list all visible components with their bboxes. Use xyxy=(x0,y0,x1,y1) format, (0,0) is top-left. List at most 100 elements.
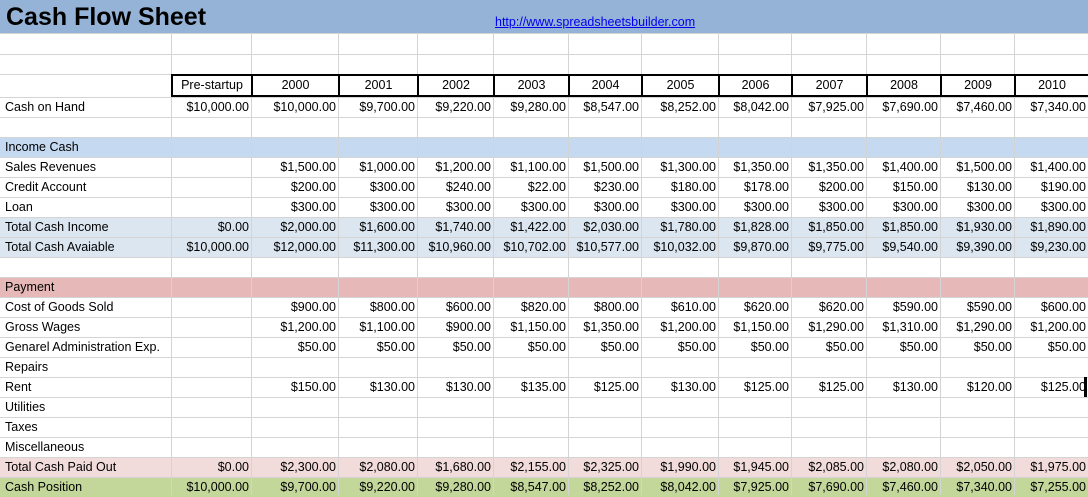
column-header-2009[interactable]: 2009 xyxy=(940,74,1016,97)
row-label[interactable]: Total Cash Avaiable xyxy=(0,237,171,257)
column-header-2004[interactable]: 2004 xyxy=(568,74,643,97)
table-cell[interactable]: $1,422.00 xyxy=(493,217,568,237)
row-label[interactable]: Cash Position xyxy=(0,477,171,497)
table-cell[interactable]: $130.00 xyxy=(641,377,718,397)
table-cell[interactable]: $1,500.00 xyxy=(940,157,1014,177)
table-cell[interactable]: $300.00 xyxy=(718,197,791,217)
table-cell[interactable]: $2,050.00 xyxy=(940,457,1014,477)
table-cell[interactable]: $240.00 xyxy=(417,177,493,197)
table-cell[interactable]: $1,500.00 xyxy=(251,157,338,177)
table-cell[interactable]: $50.00 xyxy=(866,337,940,357)
table-cell[interactable]: $50.00 xyxy=(1014,337,1088,357)
table-cell[interactable]: $2,000.00 xyxy=(251,217,338,237)
table-cell[interactable]: $1,850.00 xyxy=(866,217,940,237)
table-cell[interactable]: $900.00 xyxy=(417,317,493,337)
table-cell[interactable]: $10,960.00 xyxy=(417,237,493,257)
table-cell[interactable]: $9,220.00 xyxy=(338,477,417,497)
table-cell[interactable]: $300.00 xyxy=(338,177,417,197)
column-header-2003[interactable]: 2003 xyxy=(493,74,570,97)
table-cell[interactable]: $9,220.00 xyxy=(417,97,493,117)
table-cell[interactable]: $300.00 xyxy=(417,197,493,217)
table-cell[interactable]: $300.00 xyxy=(940,197,1014,217)
table-cell[interactable]: $230.00 xyxy=(568,177,641,197)
table-cell[interactable]: $1,600.00 xyxy=(338,217,417,237)
table-cell[interactable]: $50.00 xyxy=(493,337,568,357)
table-cell[interactable]: $7,340.00 xyxy=(1014,97,1088,117)
table-cell[interactable]: $2,085.00 xyxy=(791,457,866,477)
table-cell[interactable]: $1,740.00 xyxy=(417,217,493,237)
table-cell[interactable]: $150.00 xyxy=(251,377,338,397)
table-cell[interactable]: $1,310.00 xyxy=(866,317,940,337)
table-cell[interactable]: $0.00 xyxy=(171,217,251,237)
table-cell[interactable]: $50.00 xyxy=(940,337,1014,357)
row-label[interactable]: Gross Wages xyxy=(0,317,171,337)
table-cell[interactable]: $300.00 xyxy=(338,197,417,217)
website-link[interactable]: http://www.spreadsheetsbuilder.com xyxy=(495,13,695,31)
table-cell[interactable]: $8,252.00 xyxy=(641,97,718,117)
table-cell[interactable]: $9,870.00 xyxy=(718,237,791,257)
table-cell[interactable]: $590.00 xyxy=(940,297,1014,317)
table-cell[interactable]: $9,700.00 xyxy=(251,477,338,497)
table-cell[interactable]: $620.00 xyxy=(718,297,791,317)
table-cell[interactable]: $130.00 xyxy=(940,177,1014,197)
table-cell[interactable]: $820.00 xyxy=(493,297,568,317)
table-cell[interactable]: $50.00 xyxy=(568,337,641,357)
table-cell[interactable]: $1,400.00 xyxy=(866,157,940,177)
table-cell[interactable]: $50.00 xyxy=(417,337,493,357)
table-cell[interactable]: $130.00 xyxy=(417,377,493,397)
table-cell[interactable]: $1,350.00 xyxy=(791,157,866,177)
table-cell[interactable]: $8,547.00 xyxy=(568,97,641,117)
column-header-2007[interactable]: 2007 xyxy=(791,74,868,97)
table-cell[interactable]: $2,300.00 xyxy=(251,457,338,477)
row-label[interactable]: Miscellaneous xyxy=(0,437,171,457)
table-cell[interactable]: $1,850.00 xyxy=(791,217,866,237)
table-cell[interactable]: $190.00 xyxy=(1014,177,1088,197)
table-cell[interactable]: $9,230.00 xyxy=(1014,237,1088,257)
table-cell[interactable]: $7,925.00 xyxy=(791,97,866,117)
table-cell[interactable]: $610.00 xyxy=(641,297,718,317)
table-cell[interactable]: $300.00 xyxy=(641,197,718,217)
table-cell[interactable]: $620.00 xyxy=(791,297,866,317)
table-cell[interactable]: $10,000.00 xyxy=(171,97,251,117)
table-cell[interactable]: $178.00 xyxy=(718,177,791,197)
table-cell[interactable]: $9,775.00 xyxy=(791,237,866,257)
table-cell[interactable]: $7,460.00 xyxy=(866,477,940,497)
table-cell[interactable]: $1,990.00 xyxy=(641,457,718,477)
table-cell[interactable]: $800.00 xyxy=(568,297,641,317)
table-cell[interactable]: $7,255.00 xyxy=(1014,477,1088,497)
row-label[interactable]: Total Cash Paid Out xyxy=(0,457,171,477)
table-cell[interactable]: $1,975.00 xyxy=(1014,457,1088,477)
table-cell[interactable]: $10,032.00 xyxy=(641,237,718,257)
column-header-2010[interactable]: 2010 xyxy=(1014,74,1088,97)
column-header-2008[interactable]: 2008 xyxy=(866,74,942,97)
table-cell[interactable]: $0.00 xyxy=(171,457,251,477)
table-cell[interactable]: $8,042.00 xyxy=(641,477,718,497)
table-cell[interactable]: $130.00 xyxy=(866,377,940,397)
table-cell[interactable]: $50.00 xyxy=(338,337,417,357)
row-label[interactable]: Taxes xyxy=(0,417,171,437)
table-cell[interactable]: $1,300.00 xyxy=(641,157,718,177)
table-cell[interactable]: $2,325.00 xyxy=(568,457,641,477)
table-cell[interactable]: $10,577.00 xyxy=(568,237,641,257)
table-cell[interactable]: $50.00 xyxy=(641,337,718,357)
table-cell[interactable]: $10,000.00 xyxy=(171,477,251,497)
table-cell[interactable]: $1,150.00 xyxy=(718,317,791,337)
table-cell[interactable]: $1,000.00 xyxy=(338,157,417,177)
table-cell[interactable]: $7,340.00 xyxy=(940,477,1014,497)
row-label[interactable]: Cost of Goods Sold xyxy=(0,297,171,317)
table-cell[interactable]: $2,080.00 xyxy=(338,457,417,477)
row-label[interactable]: Loan xyxy=(0,197,171,217)
table-cell[interactable]: $1,680.00 xyxy=(417,457,493,477)
table-cell[interactable]: $1,350.00 xyxy=(568,317,641,337)
column-header-2000[interactable]: 2000 xyxy=(251,74,340,97)
table-cell[interactable]: $10,000.00 xyxy=(251,97,338,117)
table-cell[interactable]: $125.00 xyxy=(568,377,641,397)
table-cell[interactable]: $135.00 xyxy=(493,377,568,397)
row-label[interactable]: Credit Account xyxy=(0,177,171,197)
table-cell[interactable]: $300.00 xyxy=(251,197,338,217)
column-header-2001[interactable]: 2001 xyxy=(338,74,419,97)
table-cell[interactable]: $1,150.00 xyxy=(493,317,568,337)
table-cell[interactable]: $1,930.00 xyxy=(940,217,1014,237)
table-cell[interactable]: $9,280.00 xyxy=(417,477,493,497)
table-cell[interactable]: $130.00 xyxy=(338,377,417,397)
